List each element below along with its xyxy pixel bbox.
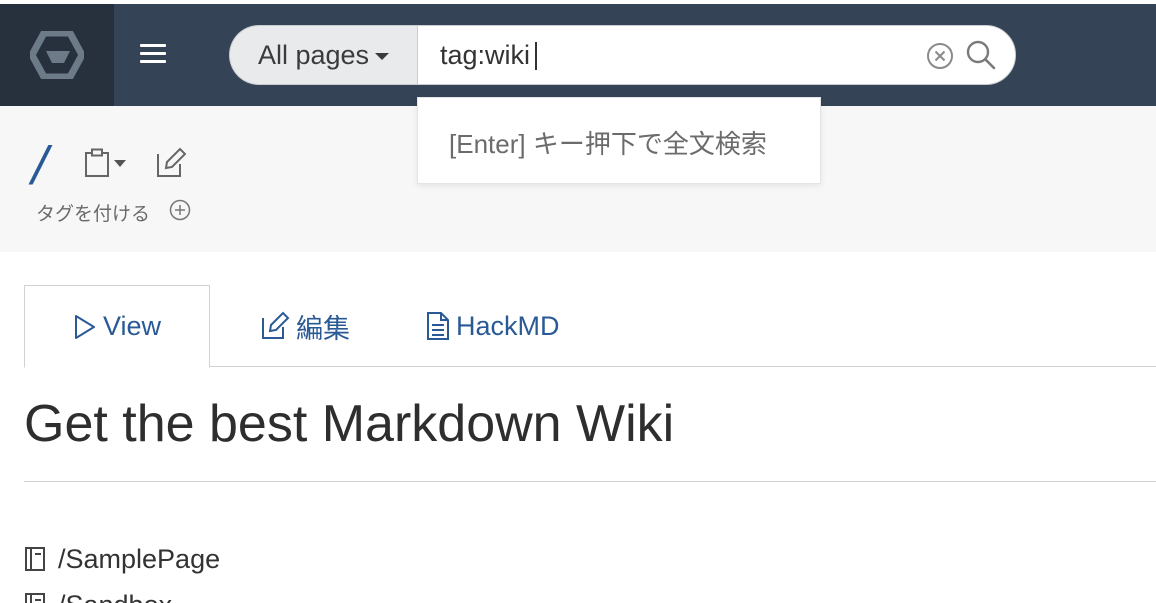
search-scope-label: All pages [257, 39, 370, 70]
navbar: All pages [0, 4, 1156, 106]
search-icon[interactable] [965, 39, 997, 71]
search-suggestion-dropdown: [Enter] キー押下で全文検索 [417, 97, 821, 184]
page-title: Get the best Markdown Wiki [24, 395, 675, 453]
clipboard-icon [85, 148, 109, 177]
tab-hackmd[interactable]: HackMD [426, 285, 560, 367]
tab-view-label: View [102, 311, 162, 341]
page-icon [25, 547, 45, 571]
brand-logo[interactable] [0, 4, 114, 106]
hamburger-icon[interactable] [140, 40, 172, 70]
text-cursor [535, 42, 537, 70]
clear-circle-icon[interactable] [926, 42, 954, 70]
page-icon [25, 593, 45, 603]
title-divider [24, 481, 1156, 482]
search-scope-dropdown[interactable]: All pages [229, 25, 417, 85]
edit-icon [262, 311, 290, 339]
growi-logo-icon [30, 31, 84, 79]
plus-circle-icon[interactable] [169, 199, 191, 221]
tab-edit-label: 編集 [296, 313, 350, 344]
file-text-icon [427, 312, 449, 340]
page-link: /SamplePage [58, 543, 221, 574]
list-item[interactable]: /SamplePage [24, 536, 220, 582]
play-icon [74, 314, 95, 339]
caret-down-icon [114, 159, 126, 167]
page-path[interactable]: / [32, 140, 48, 188]
edit-icon[interactable] [154, 146, 186, 180]
page-list: /SamplePage /Sandbox [24, 536, 220, 603]
suggestion-fulltext-search[interactable]: [Enter] キー押下で全文検索 [449, 124, 767, 161]
tab-hackmd-label: HackMD [456, 310, 560, 341]
search-group: All pages [229, 25, 1016, 85]
search-input-wrap [417, 25, 1016, 85]
add-tag-label[interactable]: タグを付ける [36, 199, 150, 226]
tab-edit[interactable]: 編集 [260, 285, 350, 367]
caret-down-icon [375, 53, 390, 60]
page-tabs: View 編集 HackMD [24, 285, 1156, 368]
page-link: /Sandbox [58, 590, 172, 603]
list-item[interactable]: /Sandbox [24, 582, 220, 603]
tab-view[interactable]: View [24, 285, 210, 368]
copy-dropdown-button[interactable] [84, 146, 136, 180]
search-input[interactable] [418, 26, 898, 84]
